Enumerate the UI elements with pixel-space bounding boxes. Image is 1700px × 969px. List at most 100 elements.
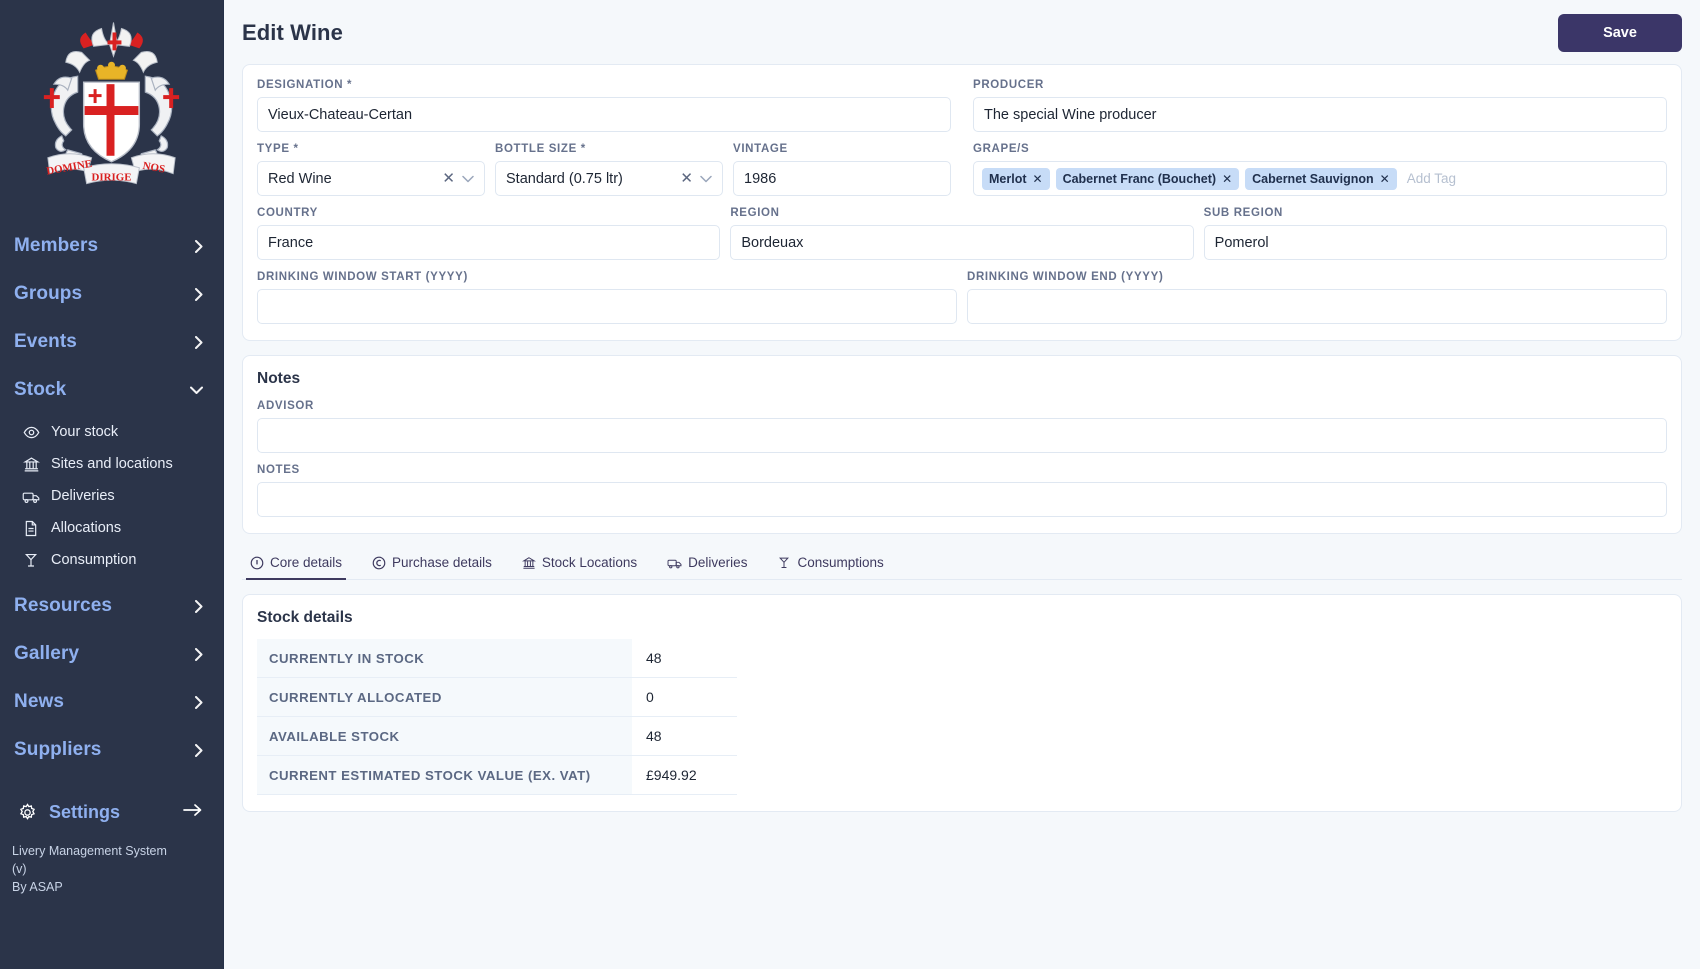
chevron-down-icon[interactable] <box>462 175 474 183</box>
notes-input[interactable] <box>257 482 1667 517</box>
sidebar-item-suppliers[interactable]: Suppliers <box>0 726 223 774</box>
table-row: CURRENTLY IN STOCK 48 <box>257 639 737 678</box>
row-value: 48 <box>632 717 737 756</box>
grape-tag-label: Cabernet Franc (Bouchet) <box>1063 172 1217 186</box>
chevron-down-icon[interactable] <box>700 175 712 183</box>
save-button[interactable]: Save <box>1558 14 1682 52</box>
bottle-size-select[interactable]: Standard (0.75 ltr) ✕ <box>495 161 723 196</box>
sidebar-subitem-label: Sites and locations <box>51 456 173 472</box>
vintage-label: VINTAGE <box>733 143 951 155</box>
grape-tag[interactable]: Cabernet Sauvignon ✕ <box>1245 168 1397 190</box>
type-select[interactable]: Red Wine ✕ <box>257 161 485 196</box>
sidebar-footer: Livery Management System (v) By ASAP <box>0 837 223 910</box>
notes-field-group: NOTES <box>257 464 1667 517</box>
stock-details-title: Stock details <box>257 609 1667 627</box>
grapes-tag-input[interactable]: Merlot ✕ Cabernet Franc (Bouchet) ✕ Cabe… <box>973 161 1667 196</box>
eye-icon <box>22 423 40 441</box>
country-input[interactable] <box>257 225 720 260</box>
notes-card-title: Notes <box>257 370 1667 388</box>
drinking-window-start-label: DRINKING WINDOW START (YYYY) <box>257 271 957 283</box>
row-value: £949.92 <box>632 756 737 795</box>
row-value: 0 <box>632 678 737 717</box>
grape-tag[interactable]: Cabernet Franc (Bouchet) ✕ <box>1056 168 1240 190</box>
vintage-input[interactable] <box>733 161 951 196</box>
sub-region-field-group: SUB REGION <box>1204 207 1667 260</box>
tab-purchase-details[interactable]: Purchase details <box>368 549 496 580</box>
tab-core-details[interactable]: Core details <box>246 549 346 580</box>
sidebar-item-sites-and-locations[interactable]: Sites and locations <box>0 448 223 480</box>
grape-tag[interactable]: Merlot ✕ <box>982 168 1050 190</box>
stock-details-card: Stock details CURRENTLY IN STOCK 48 CURR… <box>242 594 1682 812</box>
sidebar-item-your-stock[interactable]: Your stock <box>0 416 223 448</box>
tab-stock-locations[interactable]: Stock Locations <box>518 549 641 580</box>
truck-icon <box>22 487 40 505</box>
producer-input[interactable] <box>973 97 1667 132</box>
bottle-size-label: BOTTLE SIZE * <box>495 143 723 155</box>
sidebar-item-gallery[interactable]: Gallery <box>0 630 223 678</box>
row-key: AVAILABLE STOCK <box>257 717 632 756</box>
tab-label: Purchase details <box>392 555 492 570</box>
designation-input[interactable] <box>257 97 951 132</box>
tab-label: Core details <box>270 555 342 570</box>
drinking-window-start-input[interactable] <box>257 289 957 324</box>
region-input[interactable] <box>730 225 1193 260</box>
sidebar-item-groups[interactable]: Groups <box>0 270 223 318</box>
page-header: Edit Wine Save <box>224 0 1700 64</box>
table-row: AVAILABLE STOCK 48 <box>257 717 737 756</box>
close-icon[interactable]: ✕ <box>1380 172 1390 186</box>
designation-field-group: DESIGNATION * <box>257 79 951 132</box>
type-size-vintage-row: TYPE * Red Wine ✕ BOTTLE SIZE * <box>257 143 951 207</box>
currency-circle-icon <box>372 556 386 570</box>
tab-label: Deliveries <box>688 555 747 570</box>
sidebar-item-label: Events <box>14 331 77 353</box>
sidebar-item-consumption[interactable]: Consumption <box>0 544 223 576</box>
drinking-window-end-input[interactable] <box>967 289 1667 324</box>
row-key: CURRENTLY IN STOCK <box>257 639 632 678</box>
chevron-right-icon <box>195 240 203 253</box>
footer-author: By ASAP <box>12 879 211 897</box>
sidebar-subitem-label: Your stock <box>51 424 118 440</box>
chevron-right-icon <box>195 600 203 613</box>
sidebar-item-resources[interactable]: Resources <box>0 582 223 630</box>
sidebar-item-label: Resources <box>14 595 112 617</box>
row-value: 48 <box>632 639 737 678</box>
page-title: Edit Wine <box>242 20 343 46</box>
close-icon[interactable]: ✕ <box>1033 172 1043 186</box>
wine-glass-icon <box>777 556 791 570</box>
chevron-right-icon <box>195 744 203 757</box>
sidebar-settings-label: Settings <box>49 802 171 823</box>
tab-consumptions[interactable]: Consumptions <box>773 549 887 580</box>
grape-tag-label: Cabernet Sauvignon <box>1252 172 1374 186</box>
drinking-window-start-group: DRINKING WINDOW START (YYYY) <box>257 271 957 324</box>
main-content: Edit Wine Save DESIGNATION * TYPE * <box>224 0 1700 969</box>
advisor-input[interactable] <box>257 418 1667 453</box>
truck-icon <box>667 556 682 570</box>
tab-label: Stock Locations <box>542 555 637 570</box>
wine-right-column: PRODUCER GRAPE/S Merlot ✕ Cabernet Franc… <box>973 79 1667 207</box>
tab-deliveries[interactable]: Deliveries <box>663 549 751 580</box>
sidebar-item-deliveries[interactable]: Deliveries <box>0 480 223 512</box>
sidebar-item-news[interactable]: News <box>0 678 223 726</box>
footer-product-name: Livery Management System <box>12 843 211 861</box>
grapes-add-tag-placeholder[interactable]: Add Tag <box>1403 171 1456 186</box>
sidebar-item-members[interactable]: Members <box>0 222 223 270</box>
bottle-size-clear-icon[interactable]: ✕ <box>678 171 700 186</box>
stock-submenu: Your stock Sites and locations Deliverie… <box>0 414 223 582</box>
close-icon[interactable]: ✕ <box>1222 172 1232 186</box>
row-key: CURRENT ESTIMATED STOCK VALUE (EX. VAT) <box>257 756 632 795</box>
sidebar-subitem-label: Consumption <box>51 552 136 568</box>
sub-region-input[interactable] <box>1204 225 1667 260</box>
bottle-size-field-group: BOTTLE SIZE * Standard (0.75 ltr) ✕ <box>495 143 723 196</box>
chevron-right-icon <box>195 336 203 349</box>
vintage-field-group: VINTAGE <box>733 143 951 196</box>
notes-label: NOTES <box>257 464 1667 476</box>
country-field-group: COUNTRY <box>257 207 720 260</box>
sidebar-item-allocations[interactable]: Allocations <box>0 512 223 544</box>
sidebar-item-events[interactable]: Events <box>0 318 223 366</box>
sidebar-item-stock[interactable]: Stock <box>0 366 223 414</box>
type-label: TYPE * <box>257 143 485 155</box>
gear-icon <box>18 803 37 822</box>
sidebar-item-settings[interactable]: Settings <box>0 788 223 837</box>
type-clear-icon[interactable]: ✕ <box>440 171 462 186</box>
table-row: CURRENT ESTIMATED STOCK VALUE (EX. VAT) … <box>257 756 737 795</box>
